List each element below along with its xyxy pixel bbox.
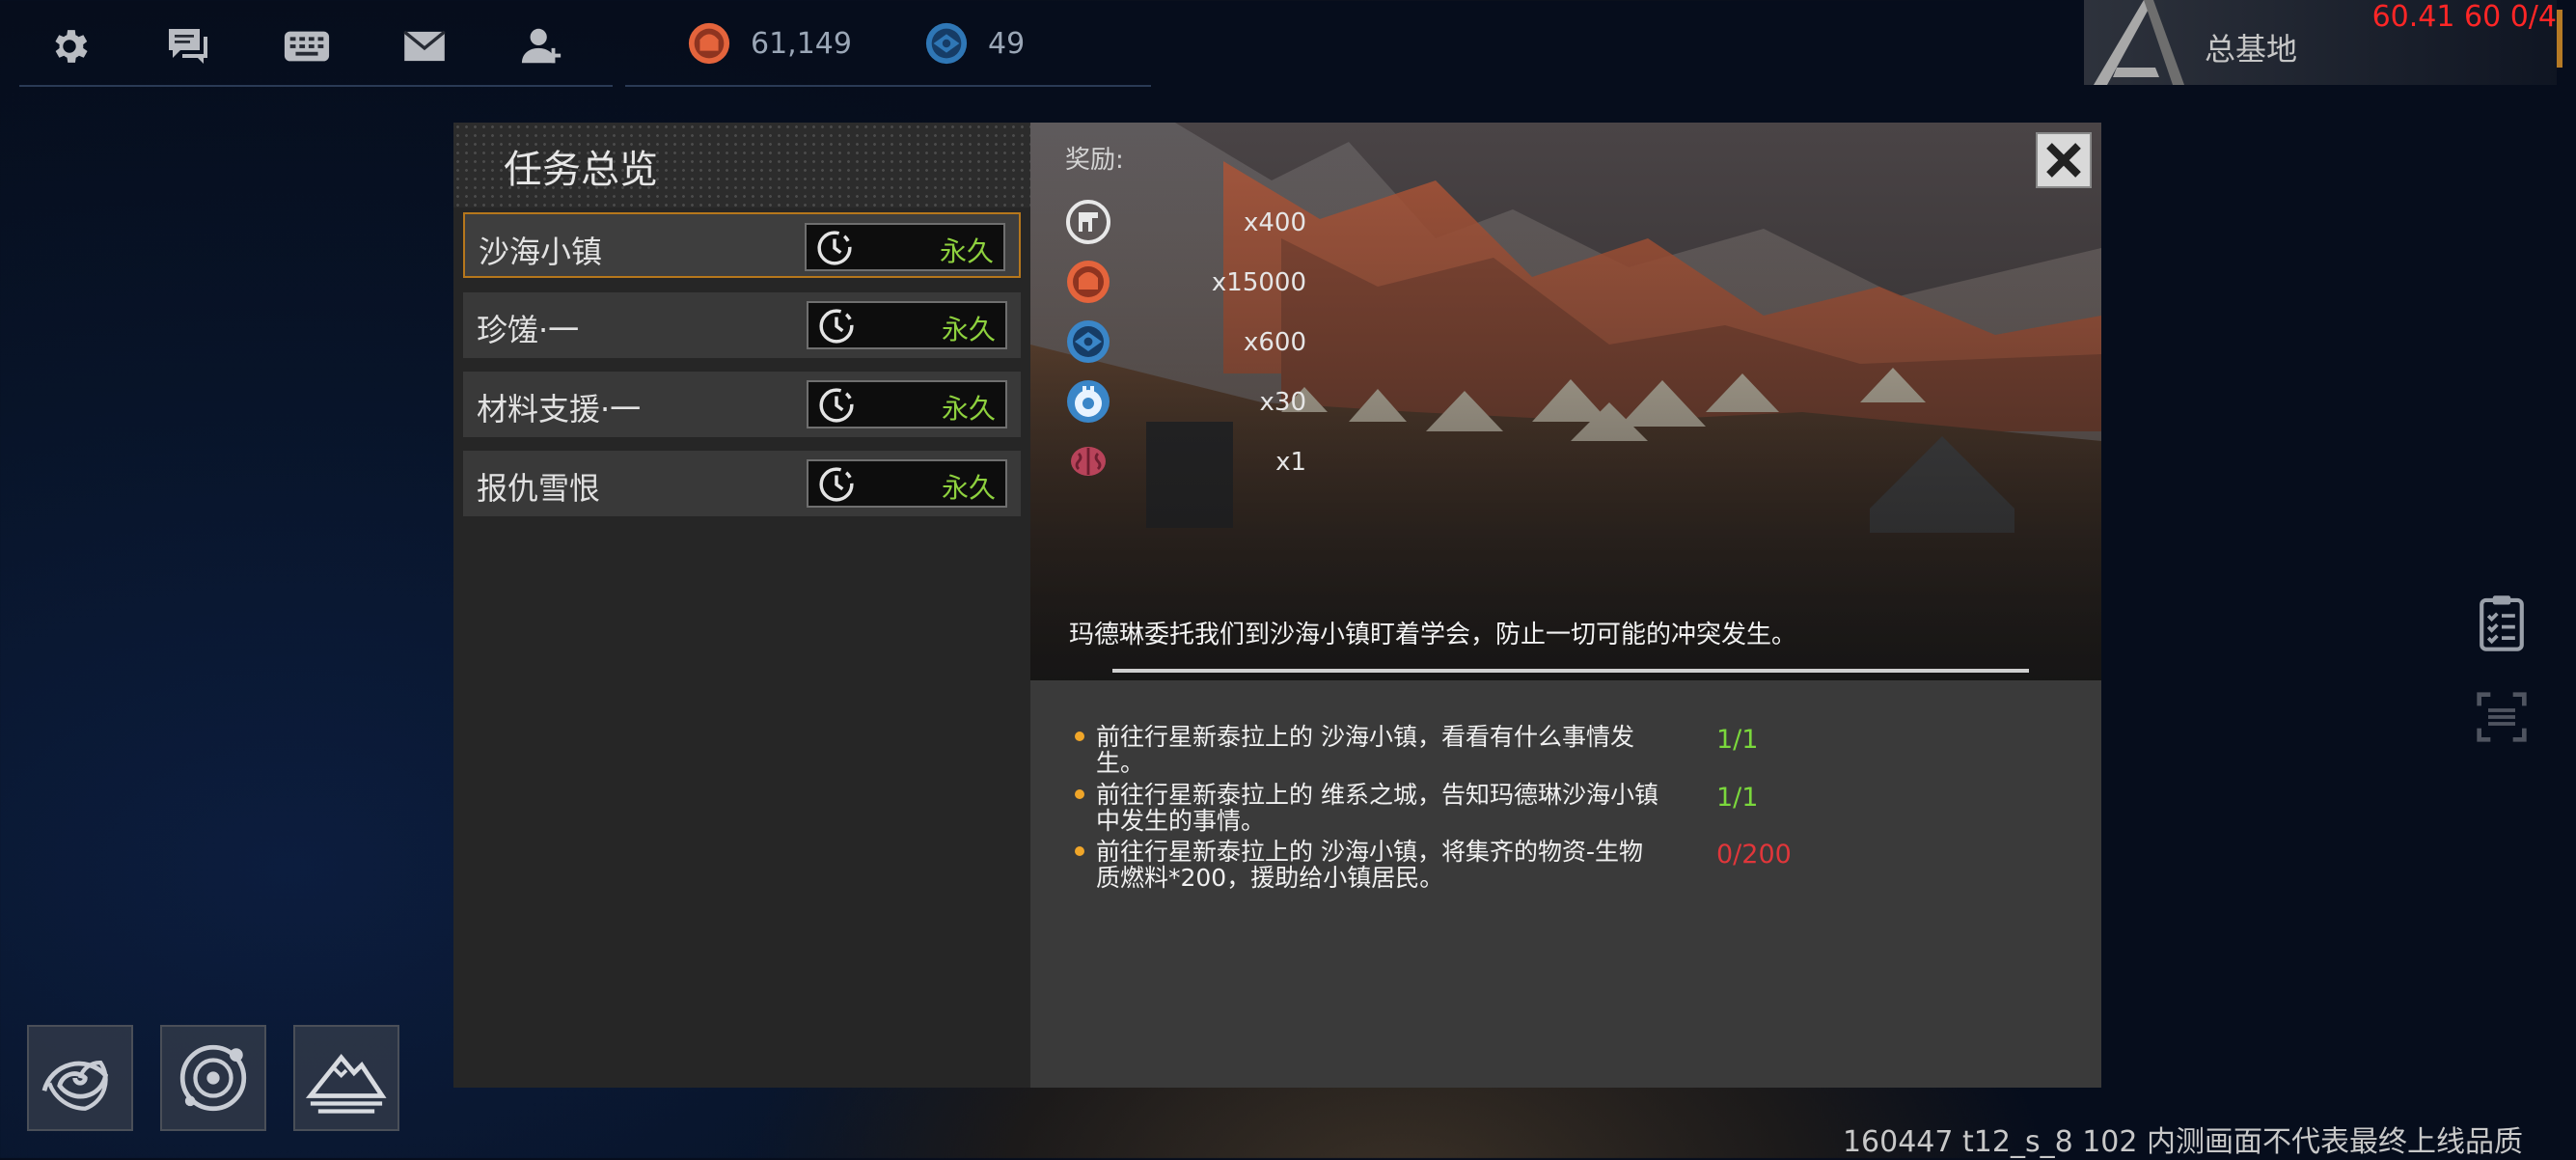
reward-quantity: x400 <box>1243 208 1306 237</box>
task-banner-image: 奖励: x400 x15000 x600 x30 x1 玛德琳委托我们到沙海小镇… <box>1030 123 2101 680</box>
clock-icon <box>819 388 854 423</box>
task-item-sand-sea-town[interactable]: 沙海小镇 永久 <box>463 212 1021 278</box>
reward-quantity: x600 <box>1243 328 1306 357</box>
objective-progress: 0/200 <box>1716 840 1792 870</box>
close-icon <box>2046 143 2081 178</box>
debug-stats: 60.41 60 0/4 <box>2371 0 2557 34</box>
planet-system-icon <box>179 1044 247 1112</box>
objective-progress: 1/1 <box>1716 783 1759 813</box>
base-button[interactable] <box>293 1025 399 1131</box>
reward-item[interactable]: x1 <box>1065 438 1306 488</box>
task-duration: 永久 <box>941 314 996 345</box>
orange-resource-icon <box>1067 261 1110 303</box>
corner-accent <box>2557 10 2562 68</box>
base-name: 总基地 <box>2205 31 2298 68</box>
scan-icon <box>2477 692 2527 742</box>
base-logo-icon <box>2094 0 2184 85</box>
friends-icon <box>521 28 562 64</box>
task-detail-panel: 奖励: x400 x15000 x600 x30 x1 玛德琳委托我们到沙海小镇… <box>1030 123 2101 1088</box>
orange-resource-value: 61,149 <box>751 27 852 61</box>
galaxy-button[interactable] <box>27 1025 133 1131</box>
reward-quantity: x1 <box>1275 448 1306 477</box>
task-item-material-support-one[interactable]: 材料支援·一 永久 <box>463 372 1021 437</box>
objective-item: 前往行星新泰拉上的 沙海小镇，看看有什么事情发生。 1/1 <box>1075 723 1818 778</box>
orange-resource-icon <box>688 22 730 65</box>
keyboard-button[interactable] <box>278 17 336 75</box>
task-name: 珍馐·一 <box>477 312 580 348</box>
reward-label: 奖励: <box>1065 146 1124 175</box>
mail-icon <box>403 30 446 62</box>
reward-item[interactable]: x400 <box>1065 199 1306 249</box>
objective-item: 前往行星新泰拉上的 维系之城，告知玛德琳沙海小镇中发生的事情。 1/1 <box>1075 781 1818 836</box>
reward-item[interactable]: x30 <box>1065 378 1306 428</box>
task-overview-panel: 任务总览 沙海小镇 永久 珍馐·一 永久 材料支援·一 永久 报仇雪恨 永久 <box>453 123 1030 1088</box>
close-button[interactable] <box>2036 132 2092 188</box>
galaxy-icon <box>41 1060 109 1111</box>
task-duration-badge: 永久 <box>807 380 1007 428</box>
task-duration: 永久 <box>941 472 996 504</box>
reward-item[interactable]: x15000 <box>1065 259 1306 309</box>
task-duration: 永久 <box>941 393 996 425</box>
objective-item: 前往行星新泰拉上的 沙海小镇，将集齐的物资-生物质燃料*200，援助给小镇居民。… <box>1075 838 1818 893</box>
mail-button[interactable] <box>396 17 453 75</box>
task-duration-badge: 永久 <box>807 459 1007 508</box>
blue-crystal-icon <box>1067 380 1110 423</box>
mountain-base-icon <box>305 1054 387 1114</box>
build-info-footer: 160447 t12_s_8 102 内测画面不代表最终上线品质 <box>1842 1125 2523 1159</box>
banner-divider <box>1112 669 2029 673</box>
brain-item-icon <box>1071 447 1106 476</box>
clock-icon <box>819 309 854 344</box>
task-name: 报仇雪恨 <box>477 470 601 507</box>
top-menu-bar <box>19 0 613 87</box>
settings-button[interactable] <box>41 17 98 75</box>
badge-token-icon <box>1066 200 1110 244</box>
reward-quantity: x15000 <box>1211 268 1306 297</box>
clipboard-icon <box>2480 595 2524 651</box>
keyboard-icon <box>284 31 330 62</box>
objective-text: 前往行星新泰拉上的 沙海小镇，将集齐的物资-生物质燃料*200，援助给小镇居民。 <box>1096 838 1643 892</box>
task-name: 材料支援·一 <box>477 391 642 428</box>
bullet-dot <box>1075 732 1084 741</box>
blue-resource-icon <box>925 22 968 65</box>
task-item-revenge[interactable]: 报仇雪恨 永久 <box>463 451 1021 516</box>
objective-progress: 1/1 <box>1716 725 1759 755</box>
blue-resource-value: 49 <box>988 27 1026 61</box>
bullet-dot <box>1075 846 1084 856</box>
task-panel-header: 任务总览 <box>453 123 1030 207</box>
chat-button[interactable] <box>159 17 217 75</box>
resource-bar: 61,149 49 <box>625 0 1151 87</box>
gear-icon <box>55 30 88 63</box>
objective-text: 前往行星新泰拉上的 沙海小镇，看看有什么事情发生。 <box>1096 723 1634 777</box>
scan-button[interactable] <box>2475 690 2529 748</box>
task-description: 玛德琳委托我们到沙海小镇盯着学会，防止一切可能的冲突发生。 <box>1069 621 1797 649</box>
task-duration: 永久 <box>939 235 994 267</box>
task-list-button[interactable] <box>2475 594 2529 651</box>
reward-item[interactable]: x600 <box>1065 318 1306 369</box>
clock-icon <box>819 467 854 502</box>
bullet-dot <box>1075 789 1084 799</box>
task-duration-badge: 永久 <box>805 223 1005 271</box>
chat-icon <box>169 29 207 64</box>
friends-button[interactable] <box>513 17 571 75</box>
task-name: 沙海小镇 <box>479 234 603 270</box>
task-item-delicacy-one[interactable]: 珍馐·一 永久 <box>463 292 1021 358</box>
blue-resource-icon <box>1067 320 1110 363</box>
page-title: 任务总览 <box>504 148 658 192</box>
planet-system-button[interactable] <box>160 1025 266 1131</box>
task-duration-badge: 永久 <box>807 301 1007 349</box>
reward-quantity: x30 <box>1259 388 1306 417</box>
objective-text: 前往行星新泰拉上的 维系之城，告知玛德琳沙海小镇中发生的事情。 <box>1096 781 1658 835</box>
clock-icon <box>817 231 852 265</box>
